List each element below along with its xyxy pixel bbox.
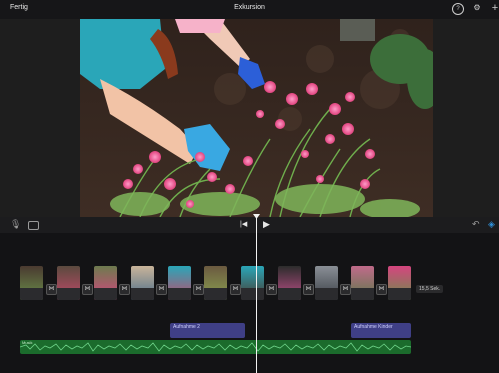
video-clip-9[interactable] bbox=[315, 266, 338, 300]
video-clip-2[interactable] bbox=[57, 266, 80, 300]
microphone-icon[interactable]: 🎙 bbox=[10, 219, 21, 230]
video-clip-6[interactable] bbox=[204, 266, 227, 300]
video-clip-10[interactable] bbox=[351, 266, 374, 300]
audio-clip-2[interactable]: Aufnahme Kinder bbox=[351, 323, 411, 338]
video-clip-11[interactable] bbox=[388, 266, 411, 300]
transition-1[interactable]: ⋈ bbox=[46, 284, 57, 295]
duration-badge: 15,5 Sek. bbox=[416, 285, 444, 293]
transition-2[interactable]: ⋈ bbox=[82, 284, 93, 295]
timeline-toolbar: 🎙 |◀ ▶ ↶ ◈ bbox=[0, 217, 499, 233]
help-icon[interactable]: ? bbox=[452, 3, 464, 15]
music-track[interactable]: Musik bbox=[20, 340, 411, 354]
video-clip-5[interactable] bbox=[168, 266, 191, 300]
video-clip-1[interactable] bbox=[20, 266, 43, 300]
transition-7[interactable]: ⋈ bbox=[266, 284, 277, 295]
transition-8[interactable]: ⋈ bbox=[303, 284, 314, 295]
audio-clip-1[interactable]: Aufnahme 2 bbox=[170, 323, 245, 338]
audio-clip-label: Aufnahme 2 bbox=[173, 324, 200, 330]
skip-back-button[interactable]: |◀ bbox=[240, 220, 247, 228]
camera-icon[interactable] bbox=[28, 221, 39, 230]
video-clip-3[interactable] bbox=[94, 266, 117, 300]
transition-10[interactable]: ⋈ bbox=[376, 284, 387, 295]
top-bar: Fertig Exkursion ? ⚙ + bbox=[0, 0, 499, 19]
video-clip-8[interactable] bbox=[278, 266, 301, 300]
playhead[interactable] bbox=[256, 216, 257, 373]
preview-viewer bbox=[0, 19, 499, 217]
transition-4[interactable]: ⋈ bbox=[156, 284, 167, 295]
waveform bbox=[20, 342, 411, 352]
project-title: Exkursion bbox=[234, 4, 265, 11]
timeline[interactable]: ⋈ ⋈ ⋈ ⋈ ⋈ ⋈ ⋈ ⋈ ⋈ ⋈ 15,5 Sek. Aufnahme 2… bbox=[0, 233, 499, 373]
transition-5[interactable]: ⋈ bbox=[193, 284, 204, 295]
audio-clip-label: Aufnahme Kinder bbox=[354, 324, 393, 330]
transition-3[interactable]: ⋈ bbox=[119, 284, 130, 295]
video-clip-7[interactable] bbox=[241, 266, 264, 300]
add-icon[interactable]: + bbox=[490, 3, 499, 14]
video-preview[interactable] bbox=[80, 19, 433, 217]
play-button[interactable]: ▶ bbox=[263, 219, 270, 230]
undo-icon[interactable]: ↶ bbox=[472, 219, 480, 230]
video-clip-4[interactable] bbox=[131, 266, 154, 300]
audio-wave-icon[interactable]: ◈ bbox=[488, 219, 495, 230]
settings-icon[interactable]: ⚙ bbox=[472, 3, 482, 13]
transition-6[interactable]: ⋈ bbox=[230, 284, 241, 295]
transition-9[interactable]: ⋈ bbox=[340, 284, 351, 295]
